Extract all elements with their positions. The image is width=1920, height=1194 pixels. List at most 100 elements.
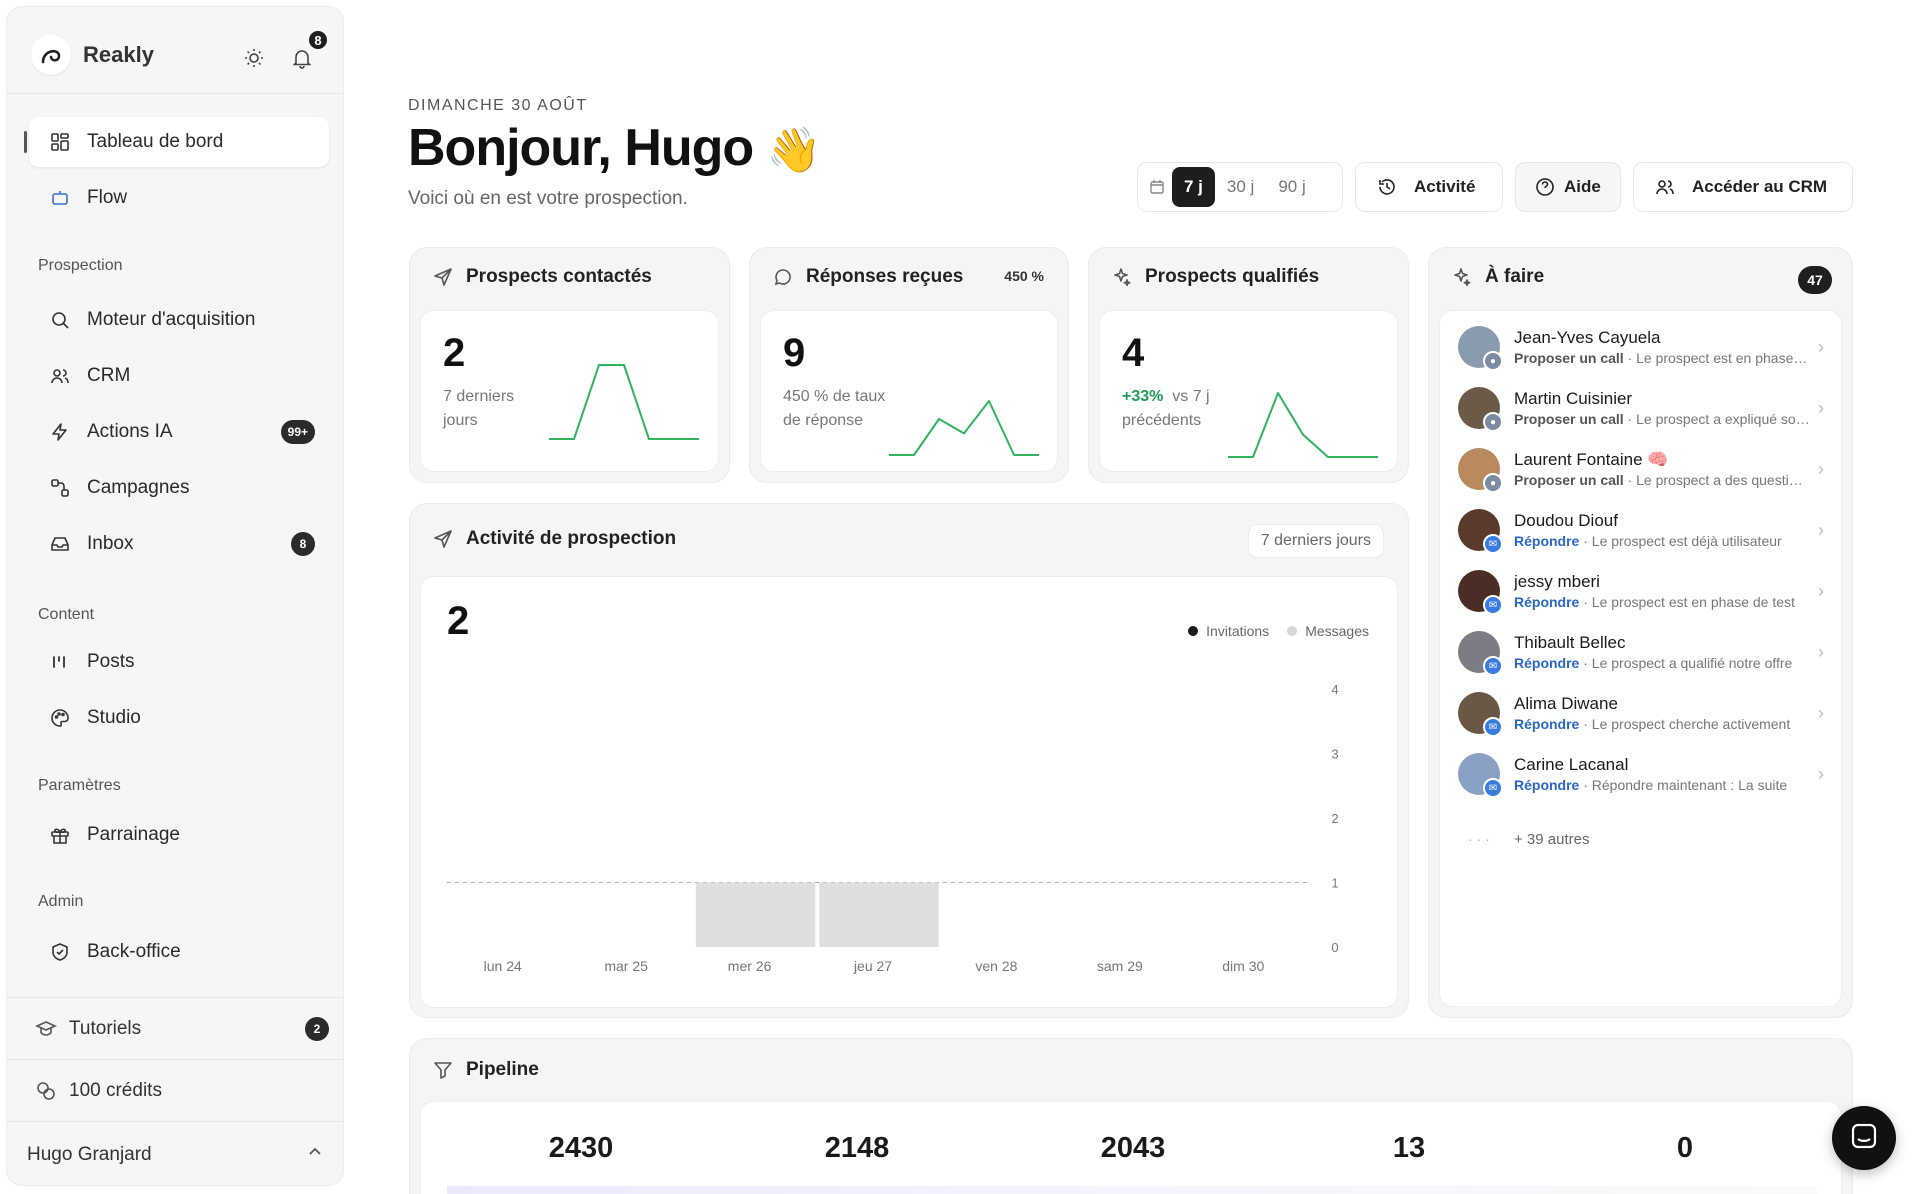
crm-button[interactable]: Accéder au CRM bbox=[1633, 162, 1853, 212]
todo-count-badge: 47 bbox=[1798, 266, 1832, 294]
sidebar-item-studio[interactable]: Studio bbox=[29, 693, 329, 743]
sidebar-item-label: Moteur d'acquisition bbox=[87, 309, 256, 330]
avatar: ✉ bbox=[1458, 692, 1503, 737]
sidebar-item-dashboard[interactable]: Tableau de bord bbox=[24, 117, 329, 167]
todo-item[interactable]: ✉ Thibault Bellec Répondre · Le prospect a… bbox=[1458, 624, 1832, 680]
help-label: Aide bbox=[1564, 177, 1601, 196]
metric-value: 4 bbox=[1122, 331, 1145, 375]
card-title-text: Pipeline bbox=[466, 1059, 539, 1080]
phone-badge-icon: ● bbox=[1483, 473, 1503, 493]
sidebar-item-parrainage[interactable]: Parrainage bbox=[29, 810, 329, 860]
robot-icon bbox=[49, 187, 71, 209]
sidebar-item-actions-ia[interactable]: Actions IA 99+ bbox=[29, 407, 329, 457]
todo-item[interactable]: ✉ jessy mberi Répondre · Le prospect est e… bbox=[1458, 563, 1832, 619]
credits-link[interactable]: 100 crédits bbox=[29, 1071, 329, 1111]
ellipsis-icon: · · · bbox=[1468, 831, 1490, 847]
todo-text: Thibault Bellec Répondre · Le prospect a … bbox=[1514, 633, 1810, 671]
chat-icon bbox=[1849, 1121, 1879, 1156]
range-90j-button[interactable]: 90 j bbox=[1266, 167, 1317, 207]
tutoriels-label: Tutoriels bbox=[69, 1018, 142, 1039]
activity-card: Activité de prospection 7 derniers jours… bbox=[409, 503, 1409, 1018]
chat-button[interactable] bbox=[1832, 1106, 1896, 1170]
app-name: Reakly bbox=[83, 42, 154, 67]
pipeline-panel: 2430 2148 2043 13 0 bbox=[420, 1101, 1842, 1194]
crm-label: Accéder au CRM bbox=[1692, 177, 1828, 196]
todo-more-link[interactable]: · · · + 39 autres bbox=[1458, 811, 1832, 867]
pipeline-value: 2043 bbox=[1100, 1132, 1166, 1164]
theme-toggle-icon[interactable] bbox=[239, 43, 269, 73]
y-tick-label: 4 bbox=[1331, 682, 1338, 697]
divider bbox=[7, 1121, 343, 1122]
todo-item[interactable]: ● Laurent Fontaine 🧠 Proposer un call · Le… bbox=[1458, 441, 1832, 497]
bell-icon[interactable]: 8 bbox=[287, 29, 329, 73]
greeting-text: Bonjour, Hugo bbox=[408, 119, 754, 177]
sidebar-item-posts[interactable]: Posts bbox=[29, 637, 329, 687]
reakly-logo bbox=[31, 35, 71, 75]
sidebar-item-label: Back-office bbox=[87, 941, 181, 962]
palette-icon bbox=[49, 707, 71, 729]
sidebar-item-campagnes[interactable]: Campagnes bbox=[29, 463, 329, 513]
todo-text: jessy mberi Répondre · Le prospect est en… bbox=[1514, 572, 1810, 610]
help-button[interactable]: Aide bbox=[1515, 162, 1621, 212]
todo-item[interactable]: ● Martin Cuisinier Proposer un call · Le p… bbox=[1458, 380, 1832, 436]
card-body: 4 +33% vs 7 j précédents bbox=[1099, 310, 1398, 472]
card-title-text: Activité de prospection bbox=[466, 528, 677, 549]
card-title: Prospects qualifiés bbox=[1111, 266, 1319, 288]
count-badge: 99+ bbox=[280, 420, 315, 444]
todo-item[interactable]: ● Jean-Yves Cayuela Proposer un call · Le … bbox=[1458, 319, 1832, 375]
todo-action: Répondre bbox=[1514, 533, 1580, 549]
activity-button[interactable]: Activité bbox=[1355, 162, 1503, 212]
sidebar-item-back-office[interactable]: Back-office bbox=[29, 927, 329, 977]
mail-badge-icon: ✉ bbox=[1483, 534, 1503, 554]
todo-item[interactable]: ✉ Carine Lacanal Répondre · Répondre maint… bbox=[1458, 746, 1832, 802]
chevron-right-icon: › bbox=[1818, 519, 1824, 540]
sidebar-item-acquisition[interactable]: Moteur d'acquisition bbox=[29, 295, 329, 345]
sidebar-item-label: Inbox bbox=[87, 533, 134, 554]
history-icon bbox=[1376, 176, 1398, 198]
range-tag: 7 derniers jours bbox=[1247, 524, 1384, 558]
y-tick-label: 1 bbox=[1331, 876, 1338, 891]
todo-detail: Proposer un call · Le prospect est en ph… bbox=[1514, 350, 1810, 366]
section-label-content: Content bbox=[38, 606, 95, 623]
x-tick-label: mar 25 bbox=[604, 958, 648, 974]
route-icon bbox=[49, 477, 71, 499]
sidebar-item-inbox[interactable]: Inbox 8 bbox=[29, 519, 329, 569]
filter-icon bbox=[432, 1059, 454, 1081]
pipeline-value: 13 bbox=[1392, 1132, 1426, 1164]
metric-card-contacted: Prospects contactés 2 7 derniers jours bbox=[409, 247, 730, 483]
pipeline-value: 0 bbox=[1676, 1132, 1694, 1164]
sidebar-item-flow[interactable]: Flow bbox=[29, 173, 329, 223]
todo-description: · Le prospect est déjà utilisateur bbox=[1579, 533, 1782, 549]
inbox-icon bbox=[49, 533, 71, 555]
range-30j-button[interactable]: 30 j bbox=[1215, 167, 1266, 207]
brand[interactable]: Reakly bbox=[31, 35, 154, 75]
todo-action: Proposer un call bbox=[1514, 472, 1624, 488]
tutoriels-link[interactable]: Tutoriels 2 bbox=[29, 1009, 329, 1049]
todo-item[interactable]: ✉ Doudou Diouf Répondre · Le prospect est … bbox=[1458, 502, 1832, 558]
chevron-right-icon: › bbox=[1818, 458, 1824, 479]
avatar: ● bbox=[1458, 326, 1503, 371]
mail-badge-icon: ✉ bbox=[1483, 656, 1503, 676]
todo-detail: Répondre · Le prospect est déjà utilisat… bbox=[1514, 533, 1810, 549]
divider bbox=[7, 1059, 343, 1060]
pipeline-card: Pipeline 2430 2148 2043 13 0 bbox=[409, 1038, 1853, 1194]
wave-emoji: 👋 bbox=[766, 126, 822, 175]
sidebar-item-crm[interactable]: CRM bbox=[29, 351, 329, 401]
card-title: À faire bbox=[1451, 266, 1544, 288]
todo-detail: Répondre · Le prospect a qualifié notre … bbox=[1514, 655, 1810, 671]
card-title: Réponses reçues bbox=[772, 266, 963, 288]
user-menu[interactable]: Hugo Granjard bbox=[27, 1135, 327, 1175]
todo-text: Doudou Diouf Répondre · Le prospect est d… bbox=[1514, 511, 1810, 549]
todo-action: Répondre bbox=[1514, 777, 1580, 793]
x-tick-label: dim 30 bbox=[1222, 958, 1264, 974]
card-body: 9 450 % de taux de réponse bbox=[760, 310, 1058, 472]
divider bbox=[7, 997, 343, 998]
avatar: ✉ bbox=[1458, 570, 1503, 615]
todo-detail: Répondre · Répondre maintenant : La suit… bbox=[1514, 777, 1810, 793]
todo-text: Alima Diwane Répondre · Le prospect cherc… bbox=[1514, 694, 1810, 732]
page-title: Bonjour, Hugo 👋 bbox=[408, 118, 822, 178]
pipeline-value: 2148 bbox=[824, 1132, 890, 1164]
card-title-text: Prospects qualifiés bbox=[1145, 266, 1320, 287]
todo-item[interactable]: ✉ Alima Diwane Répondre · Le prospect cher… bbox=[1458, 685, 1832, 741]
range-7j-button[interactable]: 7 j bbox=[1172, 167, 1215, 207]
